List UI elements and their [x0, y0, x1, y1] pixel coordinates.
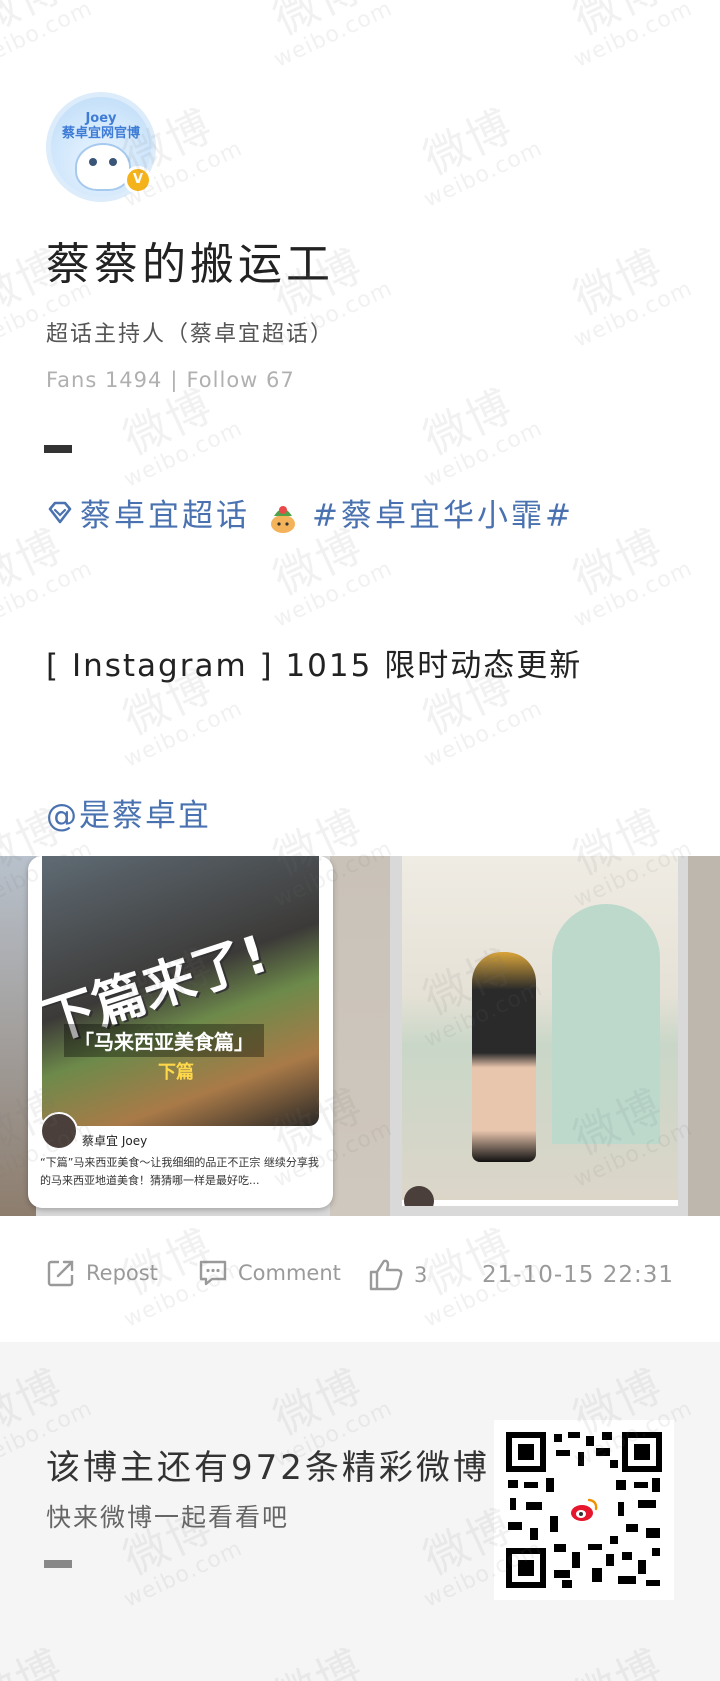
qr-code[interactable] — [494, 1420, 674, 1600]
watermark-zh: 微博 — [416, 380, 522, 466]
image-caption: “下篇”马来西亚美食～让我细细的品正不正宗 继续分享我的马来西亚地道美食！猜猜哪… — [40, 1156, 319, 1187]
watermark-tile: 微博weibo.com — [0, 0, 97, 73]
cake-sticker-icon — [271, 505, 295, 533]
watermark-zh: 微博 — [716, 380, 720, 466]
watermark-zh: 微博 — [266, 0, 372, 46]
watermark-en: weibo.com — [270, 0, 397, 73]
comment-label: Comment — [238, 1261, 341, 1285]
like-button[interactable]: 3 — [368, 1258, 427, 1292]
avatar[interactable]: Joey 蔡卓宜网官博 V — [46, 92, 156, 202]
watermark-en: weibo.com — [570, 276, 697, 353]
follow-count[interactable]: Follow 67 — [186, 368, 294, 392]
watermark-tile: 微博weibo.com — [702, 656, 720, 772]
watermark-en: weibo.com — [420, 696, 547, 773]
watermark-zh: 微博 — [0, 0, 72, 46]
weibo-logo-icon — [566, 1492, 602, 1528]
footer-promo: 该博主还有972条精彩微博 快来微博一起看看吧 — [0, 1342, 720, 1681]
post-timestamp: 21-10-15 22:31 — [482, 1262, 674, 1288]
username[interactable]: 蔡蔡的搬运工 — [46, 228, 334, 292]
comment-icon — [199, 1260, 227, 1286]
post-image-2[interactable] — [402, 856, 678, 1206]
supertopic-diamond-icon — [48, 501, 72, 523]
like-count: 3 — [414, 1263, 428, 1287]
stats-separator: | — [170, 368, 179, 392]
fans-count[interactable]: Fans 1494 — [46, 368, 162, 392]
watermark-en: weibo.com — [570, 0, 697, 73]
watermark-tile: 微博weibo.com — [552, 0, 697, 73]
supertopic-link[interactable]: 蔡卓宜超话 — [80, 490, 250, 535]
watermark-tile: 微博weibo.com — [252, 0, 397, 73]
watermark-en: weibo.com — [570, 556, 697, 633]
image-author-name: 蔡卓宜 Joey — [82, 1134, 148, 1148]
post-image-1[interactable]: 下篇来了! 「马来西亚美食篇」 下篇 蔡卓宜 Joey “下篇”马来西亚美食～让… — [28, 856, 333, 1208]
hashtag-link[interactable]: #蔡卓宜华小霏# — [312, 490, 574, 535]
post-text: [ Instagram ] 1015 限时动态更新 — [46, 648, 583, 684]
verified-badge-icon: V — [124, 166, 152, 194]
avatar-text: Joey 蔡卓宜网官博 — [61, 111, 140, 141]
watermark-en: weibo.com — [420, 416, 547, 493]
footer-subtitle: 快来微博一起看看吧 — [46, 1503, 290, 1532]
image-overlay-tag: 下篇 — [158, 1062, 194, 1083]
watermark-en: weibo.com — [420, 136, 547, 213]
avatar-mascot-icon — [75, 143, 131, 191]
repost-label: Repost — [86, 1261, 158, 1285]
footer-divider-dash — [44, 1560, 72, 1568]
divider-dash — [44, 445, 72, 453]
repost-button[interactable]: Repost — [46, 1258, 158, 1288]
watermark-tile: 微博weibo.com — [102, 376, 247, 493]
watermark-en: weibo.com — [0, 0, 97, 73]
watermark-tile: 微博weibo.com — [552, 236, 697, 353]
watermark-en: weibo.com — [270, 556, 397, 633]
image-edge-right — [688, 856, 720, 1216]
watermark-zh: 微博 — [716, 100, 720, 186]
watermark-en: weibo.com — [120, 696, 247, 773]
watermark-zh: 微博 — [416, 100, 522, 186]
post-image-strip[interactable]: 下篇来了! 「马来西亚美食篇」 下篇 蔡卓宜 Joey “下篇”马来西亚美食～让… — [0, 856, 720, 1216]
mention-link[interactable]: @是蔡卓宜 — [46, 790, 211, 835]
comment-button[interactable]: Comment — [198, 1258, 341, 1288]
watermark-tile: 微博weibo.com — [402, 96, 547, 213]
watermark-tile: 微博weibo.com — [402, 376, 547, 493]
image-overlay-subtitle: 「马来西亚美食篇」 — [64, 1024, 264, 1057]
watermark-en: weibo.com — [0, 556, 97, 633]
user-role: 超话主持人（蔡卓宜超话） — [46, 322, 335, 347]
user-stats: Fans 1494 | Follow 67 — [46, 368, 295, 392]
watermark-en: weibo.com — [120, 416, 247, 493]
thumbs-up-icon — [369, 1259, 403, 1291]
repost-icon — [47, 1260, 74, 1287]
watermark-zh: 微博 — [716, 660, 720, 746]
watermark-tile: 微博weibo.com — [702, 96, 720, 212]
person-figure — [472, 952, 536, 1162]
watermark-tile: 微博weibo.com — [702, 376, 720, 492]
watermark-zh: 微博 — [566, 0, 672, 46]
footer-title: 该博主还有972条精彩微博 — [46, 1448, 490, 1488]
image-author-avatar — [40, 1112, 78, 1150]
post-topic-line: 蔡卓宜超话 #蔡卓宜华小霏# — [46, 490, 574, 535]
arch-wall — [552, 904, 660, 1144]
image-gap — [330, 856, 390, 1216]
watermark-zh: 微博 — [566, 240, 672, 326]
